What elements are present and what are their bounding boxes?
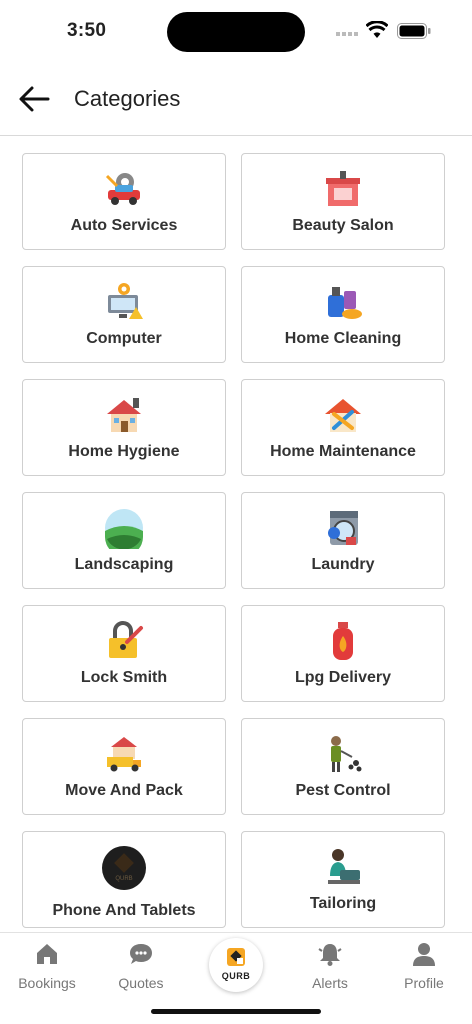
tab-label: Quotes xyxy=(118,975,164,991)
category-label: Landscaping xyxy=(74,556,174,573)
category-card-home-cleaning[interactable]: Home Cleaning xyxy=(241,266,445,363)
battery-icon xyxy=(397,23,431,39)
dynamic-island xyxy=(167,12,305,52)
status-bar: 3:50 xyxy=(0,0,472,62)
computer-icon xyxy=(108,283,143,319)
category-card-beauty-salon[interactable]: Beauty Salon xyxy=(241,153,445,250)
category-label: Computer xyxy=(86,330,162,347)
page-title: Categories xyxy=(74,86,181,111)
lock-smith-icon xyxy=(109,621,143,658)
lpg-delivery-icon xyxy=(333,622,353,660)
cellular-signal-icon xyxy=(336,32,358,36)
category-label: Move And Pack xyxy=(65,782,183,799)
category-card-pest-control[interactable]: Pest Control xyxy=(241,718,445,815)
category-label: Home Hygiene xyxy=(68,443,180,460)
category-card-lock-smith[interactable]: Lock Smith xyxy=(22,605,226,702)
category-card-tailoring[interactable]: Tailoring xyxy=(241,831,445,928)
center-home-button[interactable]: QURB xyxy=(209,938,263,992)
svg-text:QURB: QURB xyxy=(115,876,132,882)
tab-label: Alerts xyxy=(312,975,348,991)
category-label: Lock Smith xyxy=(80,669,168,686)
home-cleaning-icon xyxy=(328,287,362,319)
tab-bookings[interactable]: Bookings xyxy=(7,941,87,991)
tab-quotes[interactable]: Quotes xyxy=(101,941,181,991)
home-icon xyxy=(37,944,57,964)
beauty-salon-icon xyxy=(326,171,360,206)
pest-control-icon xyxy=(331,736,362,772)
category-card-auto-services[interactable]: Auto Services xyxy=(22,153,226,250)
category-label: Tailoring xyxy=(309,895,377,912)
category-card-home-maintenance[interactable]: Home Maintenance xyxy=(241,379,445,476)
category-card-phone-and-tablets[interactable]: QURB Phone And Tablets xyxy=(22,831,226,928)
qurb-logo-icon: QURB xyxy=(102,846,146,890)
category-label: Home Maintenance xyxy=(270,443,416,460)
back-arrow-icon[interactable] xyxy=(18,85,50,113)
qurb-logo-icon xyxy=(227,948,245,966)
user-icon xyxy=(413,943,435,966)
header: Categories xyxy=(0,62,472,136)
category-grid: Auto Services Beauty Salon Computer Home… xyxy=(0,137,472,932)
category-label: Lpg Delivery xyxy=(294,669,392,686)
home-indicator[interactable] xyxy=(151,1009,321,1014)
wifi-icon xyxy=(366,21,388,38)
tab-label: Bookings xyxy=(18,975,76,991)
category-label: Home Cleaning xyxy=(284,330,402,347)
status-time: 3:50 xyxy=(67,20,107,41)
tailoring-icon xyxy=(328,849,360,884)
home-maintenance-icon xyxy=(325,399,361,432)
category-card-move-and-pack[interactable]: Move And Pack xyxy=(22,718,226,815)
category-label: Pest Control xyxy=(295,782,391,799)
category-card-home-hygiene[interactable]: Home Hygiene xyxy=(22,379,226,476)
category-card-landscaping[interactable]: Landscaping xyxy=(22,492,226,589)
chat-bubble-icon xyxy=(130,944,152,964)
home-hygiene-icon xyxy=(107,398,141,432)
category-label: Phone And Tablets xyxy=(52,902,196,919)
move-and-pack-icon xyxy=(107,737,141,772)
category-label: Auto Services xyxy=(70,217,178,234)
bell-icon xyxy=(318,944,342,966)
tab-profile[interactable]: Profile xyxy=(384,941,464,991)
landscaping-icon xyxy=(105,509,143,549)
category-card-computer[interactable]: Computer xyxy=(22,266,226,363)
category-label: Beauty Salon xyxy=(292,217,394,234)
laundry-icon xyxy=(328,511,358,545)
tab-alerts[interactable]: Alerts xyxy=(290,941,370,991)
category-card-lpg-delivery[interactable]: Lpg Delivery xyxy=(241,605,445,702)
category-card-laundry[interactable]: Laundry xyxy=(241,492,445,589)
tab-label: Profile xyxy=(404,975,444,991)
auto-services-icon xyxy=(105,173,140,205)
center-logo-text: QURB xyxy=(221,971,251,981)
category-label: Laundry xyxy=(311,556,375,573)
